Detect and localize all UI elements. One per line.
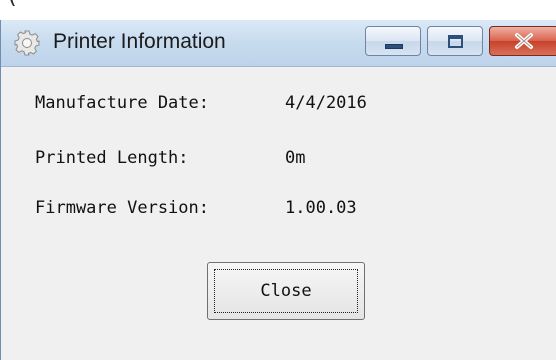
background-clipped-text: ( (8, 0, 17, 9)
close-icon (490, 27, 556, 55)
minimize-button[interactable] (365, 26, 421, 56)
printed-length-label: Printed Length: (35, 148, 189, 168)
manufacture-date-value: 4/4/2016 (285, 93, 367, 113)
window-content: Manufacture Date: 4/4/2016 Printed Lengt… (1, 67, 556, 357)
printer-information-window: Printer Information Manufacture Date: 4/… (0, 20, 556, 360)
close-window-button[interactable] (489, 26, 556, 56)
manufacture-date-label: Manufacture Date: (35, 93, 209, 113)
window-title: Printer Information (53, 30, 226, 53)
firmware-version-label: Firmware Version: (35, 198, 209, 218)
firmware-version-value: 1.00.03 (285, 198, 357, 218)
maximize-button[interactable] (427, 26, 483, 56)
minimize-icon (385, 44, 403, 49)
title-bar[interactable]: Printer Information (1, 20, 556, 67)
printed-length-value: 0m (285, 148, 306, 168)
maximize-icon (448, 35, 463, 48)
gear-icon (13, 29, 41, 57)
close-button-label: Close (260, 281, 312, 301)
background-window-strip: ( (0, 0, 556, 22)
close-button[interactable]: Close (207, 262, 365, 320)
